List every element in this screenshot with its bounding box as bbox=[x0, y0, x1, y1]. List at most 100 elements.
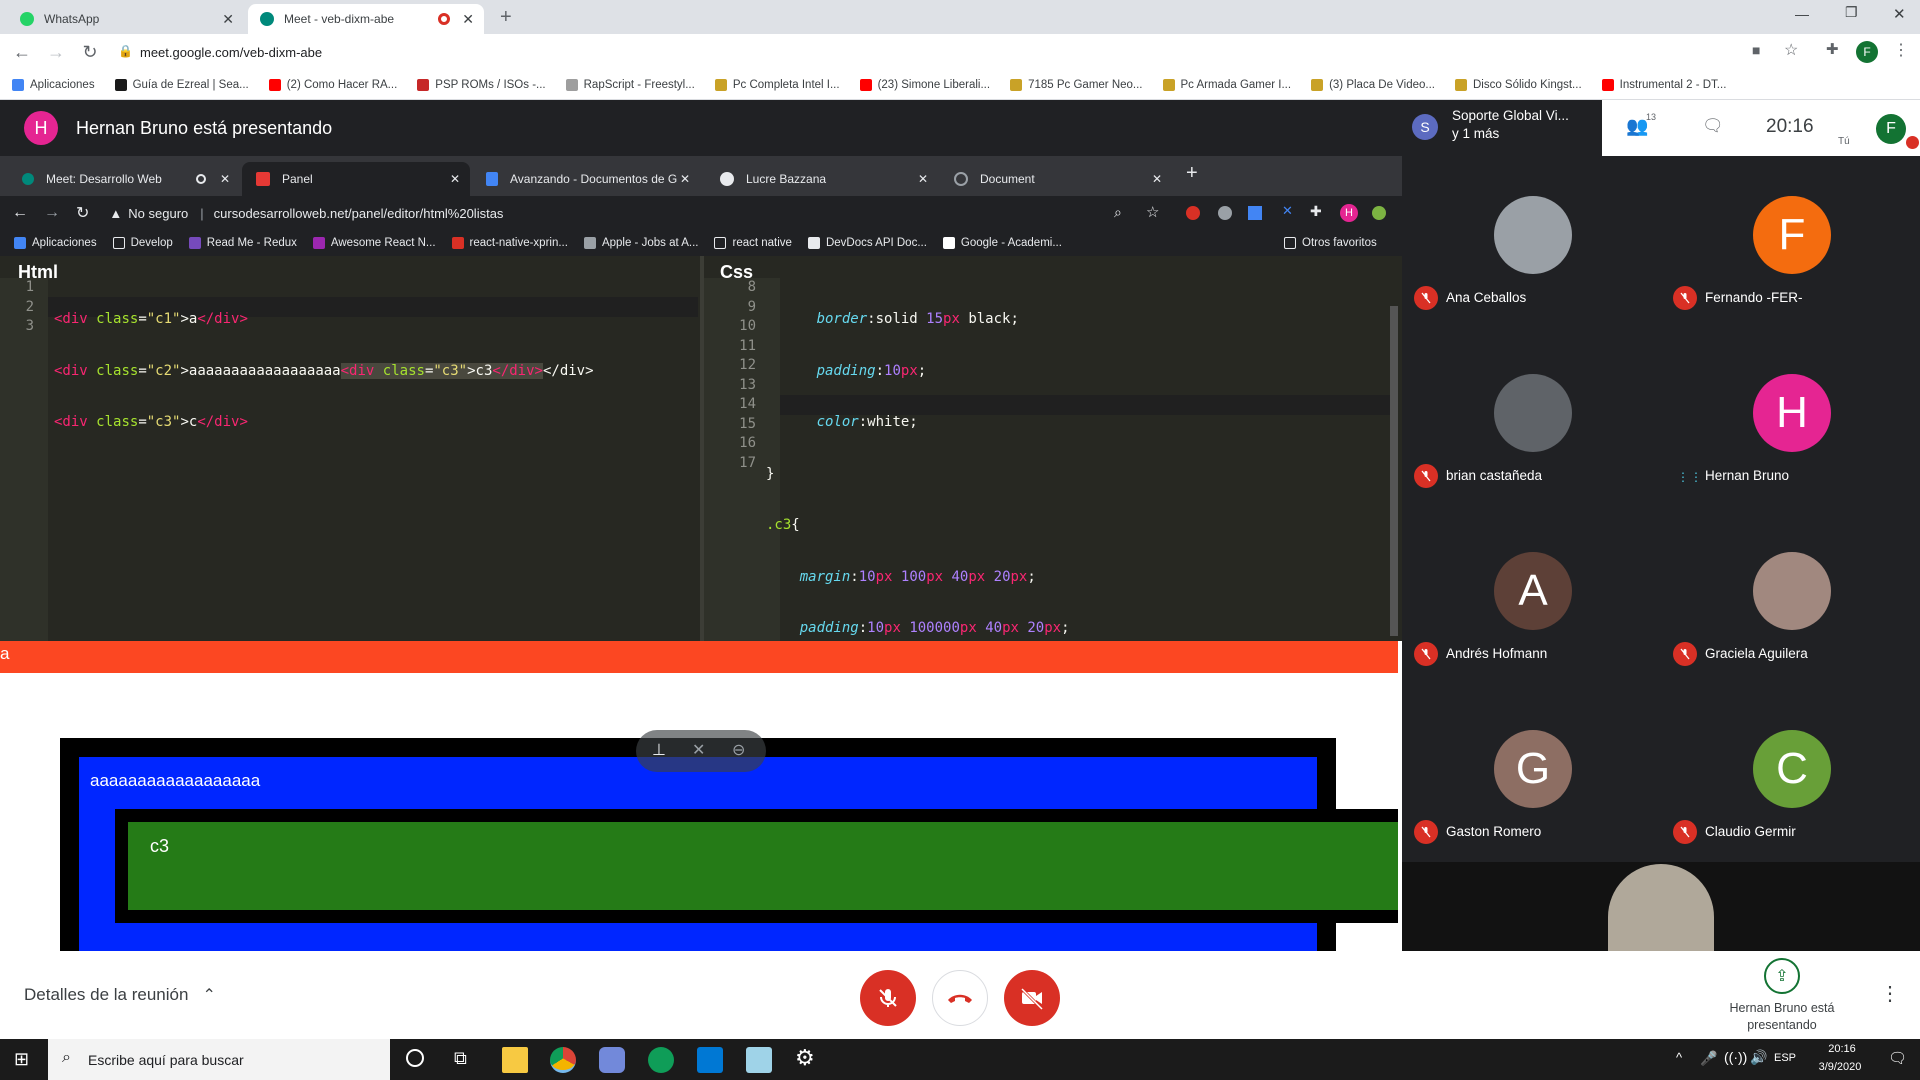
chat-icon[interactable]: 🗨 bbox=[1702, 116, 1724, 136]
bookmark-item[interactable]: (3) Placa De Video... bbox=[1311, 78, 1435, 91]
star-icon[interactable]: ☆ bbox=[1146, 203, 1159, 221]
bookmark-item[interactable]: PSP ROMs / ISOs -... bbox=[417, 78, 546, 91]
bookmark-item[interactable]: DevDocs API Doc... bbox=[807, 237, 927, 249]
back-icon[interactable]: ← bbox=[12, 204, 28, 222]
profile-avatar[interactable]: H bbox=[1340, 204, 1358, 222]
taskbar-time[interactable]: 20:16 bbox=[1812, 1043, 1872, 1055]
bookmark-item[interactable]: Aplicaciones bbox=[14, 237, 97, 249]
menu-icon[interactable]: ⋮ bbox=[1893, 40, 1909, 60]
language-indicator[interactable]: ESP bbox=[1774, 1052, 1796, 1064]
update-icon[interactable] bbox=[1372, 206, 1386, 220]
discord-icon[interactable] bbox=[599, 1047, 625, 1073]
bookmark-item[interactable]: (23) Simone Liberali... bbox=[859, 78, 990, 91]
shared-tab[interactable]: Meet: Desarrollo Web ✕ bbox=[0, 162, 240, 196]
taskbar-search[interactable]: ⌕ Escribe aquí para buscar bbox=[48, 1039, 390, 1080]
url-field[interactable]: 🔒 meet.google.com/veb-dixm-abe bbox=[110, 38, 1790, 66]
zoom-icon[interactable]: ⌕ bbox=[1114, 204, 1122, 221]
participant-tile[interactable]: A Andrés Hofmann bbox=[1402, 512, 1661, 690]
org-chip[interactable]: S Soporte Global Vi... y 1 más bbox=[1402, 100, 1602, 156]
mute-icon[interactable]: ✕ bbox=[692, 740, 705, 760]
close-tab-icon[interactable]: ✕ bbox=[1152, 172, 1162, 186]
bookmark-item[interactable]: Develop bbox=[112, 237, 173, 249]
bookmark-item[interactable]: Pc Armada Gamer I... bbox=[1162, 78, 1291, 91]
bookmark-item[interactable]: Guía de Ezreal | Sea... bbox=[114, 78, 249, 91]
taskbar-date[interactable]: 3/9/2020 bbox=[1808, 1061, 1872, 1073]
file-explorer-icon[interactable] bbox=[502, 1047, 528, 1073]
tab-whatsapp[interactable]: WhatsApp ✕ bbox=[8, 4, 244, 34]
volume-icon[interactable]: 🔊 bbox=[1750, 1049, 1767, 1066]
forward-icon[interactable]: → bbox=[44, 42, 68, 63]
translate-icon[interactable] bbox=[1248, 206, 1262, 220]
participant-tile[interactable]: Ana Ceballos bbox=[1402, 156, 1661, 334]
task-view-icon[interactable]: ⧉ bbox=[454, 1048, 467, 1069]
reload-icon[interactable]: ↻ bbox=[76, 203, 89, 223]
bookmark-item[interactable]: 7185 Pc Gamer Neo... bbox=[1010, 78, 1143, 91]
minimize-icon[interactable]: — bbox=[1795, 6, 1809, 22]
bookmark-item[interactable]: react native bbox=[714, 237, 792, 249]
vscode-icon[interactable] bbox=[697, 1047, 723, 1073]
participant-tile[interactable]: F Fernando -FER- bbox=[1661, 156, 1920, 334]
scrollbar[interactable] bbox=[1390, 306, 1398, 636]
close-tab-icon[interactable]: ✕ bbox=[462, 11, 474, 28]
remove-icon[interactable]: ⊖ bbox=[732, 740, 745, 760]
participant-tile[interactable]: H ⋮⋮ Hernan Bruno bbox=[1661, 334, 1920, 512]
mic-toggle-button[interactable] bbox=[860, 970, 916, 1026]
extension-icon[interactable] bbox=[1186, 206, 1200, 220]
profile-avatar[interactable]: F bbox=[1856, 41, 1878, 63]
bookmark-item[interactable]: RapScript - Freestyl... bbox=[565, 78, 695, 91]
extension-icon[interactable] bbox=[1218, 206, 1232, 220]
present-now-icon[interactable]: ⇪ bbox=[1764, 958, 1800, 994]
shared-tab-active[interactable]: Panel ✕ bbox=[242, 162, 470, 196]
notepad-icon[interactable] bbox=[746, 1047, 772, 1073]
close-tab-icon[interactable]: ✕ bbox=[680, 172, 690, 186]
bookmark-item[interactable]: Otros favoritos bbox=[1284, 237, 1377, 249]
wifi-icon[interactable]: ((·)) bbox=[1724, 1049, 1747, 1065]
microphone-icon[interactable]: 🎤 bbox=[1700, 1050, 1717, 1067]
extension-icon[interactable]: ✕ bbox=[1282, 203, 1293, 219]
new-tab-icon[interactable]: + bbox=[500, 6, 512, 29]
maximize-icon[interactable]: ❐ bbox=[1845, 4, 1858, 21]
shared-tab[interactable]: Lucre Bazzana ✕ bbox=[706, 162, 938, 196]
pin-icon[interactable]: ⊥ bbox=[652, 740, 666, 760]
participant-tile[interactable]: Graciela Aguilera bbox=[1661, 512, 1920, 690]
bookmark-item[interactable]: (2) Como Hacer RA... bbox=[268, 78, 397, 91]
html-code[interactable]: <div class="c1">a</div> <div class="c2">… bbox=[54, 278, 594, 465]
notifications-icon[interactable]: 🗨 bbox=[1888, 1049, 1907, 1067]
reload-icon[interactable]: ↻ bbox=[78, 42, 102, 63]
camera-toggle-button[interactable] bbox=[1004, 970, 1060, 1026]
chevron-up-icon[interactable]: ^ bbox=[1676, 1050, 1682, 1065]
back-icon[interactable]: ← bbox=[10, 42, 34, 63]
chrome-icon[interactable] bbox=[550, 1047, 576, 1073]
windows-start-icon[interactable]: ⊞ bbox=[14, 1049, 29, 1070]
shared-url[interactable]: cursodesarrolloweb.net/panel/editor/html… bbox=[214, 206, 504, 221]
close-tab-icon[interactable]: ✕ bbox=[220, 172, 230, 186]
bookmark-item[interactable]: Instrumental 2 - DT... bbox=[1601, 78, 1726, 91]
new-tab-icon[interactable]: + bbox=[1186, 162, 1198, 185]
tab-meet[interactable]: Meet - veb-dixm-abe ✕ bbox=[248, 4, 484, 34]
settings-gear-icon[interactable]: ⚙ bbox=[795, 1045, 815, 1071]
leave-call-button[interactable] bbox=[932, 970, 988, 1026]
bookmark-item[interactable]: Google - Academi... bbox=[942, 237, 1062, 249]
extensions-icon[interactable]: ✚ bbox=[1310, 203, 1322, 220]
participant-tile[interactable]: G Gaston Romero bbox=[1402, 690, 1661, 868]
bookmark-item[interactable]: Disco Sólido Kingst... bbox=[1454, 78, 1582, 91]
meeting-details-button[interactable]: Detalles de la reunión ⌃ bbox=[24, 985, 216, 1005]
more-options-icon[interactable]: ⋮ bbox=[1880, 981, 1900, 1006]
bookmark-item[interactable]: Awesome React N... bbox=[312, 237, 436, 249]
cortana-icon[interactable] bbox=[406, 1049, 424, 1067]
camera-icon[interactable]: ■ bbox=[1752, 42, 1760, 58]
close-tab-icon[interactable]: ✕ bbox=[918, 172, 928, 186]
bookmark-item[interactable]: Read Me - Redux bbox=[188, 237, 297, 249]
bookmark-item[interactable]: Pc Completa Intel I... bbox=[714, 78, 840, 91]
extensions-icon[interactable]: ✚ bbox=[1826, 40, 1839, 58]
star-icon[interactable]: ☆ bbox=[1784, 40, 1798, 60]
close-window-icon[interactable]: ✕ bbox=[1893, 5, 1906, 23]
close-tab-icon[interactable]: ✕ bbox=[450, 172, 460, 186]
bookmark-item[interactable]: Aplicaciones bbox=[12, 78, 95, 91]
edge-icon[interactable] bbox=[648, 1047, 674, 1073]
forward-icon[interactable]: → bbox=[44, 204, 60, 222]
shared-tab[interactable]: Avanzando - Documentos de G ✕ bbox=[472, 162, 700, 196]
bookmark-item[interactable]: react-native-xprin... bbox=[451, 237, 568, 249]
shared-tab[interactable]: Document ✕ bbox=[940, 162, 1172, 196]
close-tab-icon[interactable]: ✕ bbox=[222, 11, 234, 28]
